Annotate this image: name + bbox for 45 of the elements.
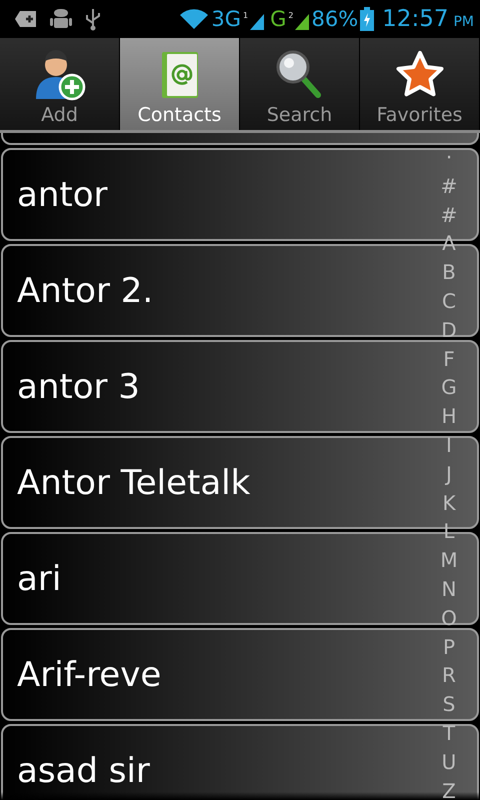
notification-icon [14,10,38,28]
contact-name[interactable]: Antor Teletalk [17,462,250,502]
contact-name[interactable]: antor [17,174,108,214]
index-letter[interactable]: P [442,632,456,662]
tab[interactable]: Add [0,38,120,130]
meridiem: PM [453,14,474,30]
battery-icon [360,7,374,31]
index-letter[interactable]: S [442,690,456,719]
tab[interactable]: Contacts [120,38,240,130]
network-type: 3G [211,7,242,31]
network-type: G [270,7,286,31]
robot-icon [50,7,72,31]
index-letter[interactable]: N [442,574,456,604]
index-letter[interactable]: A [442,229,456,258]
wifi-icon [179,8,210,30]
tab[interactable]: Search [240,38,360,130]
index-letter[interactable]: R [442,661,456,690]
clock: 12:57 [382,6,448,32]
index-letter[interactable]: # [440,200,458,230]
contact-name[interactable]: Arif-reve [17,654,162,694]
index-letter[interactable]: G [441,373,457,402]
index-letter[interactable]: U [442,748,456,777]
battery-percent: 86% [311,7,358,31]
index-letter[interactable]: T [442,718,456,748]
index-letter[interactable]: I [446,430,452,460]
tab[interactable]: Favorites [360,38,480,130]
usb-icon [84,7,102,31]
contact-name[interactable]: antor 3 [17,366,140,406]
index-letter[interactable]: C [442,286,456,316]
index-letter[interactable]: H [441,402,457,431]
index-letter[interactable]: K [442,488,456,518]
index-letter[interactable]: F [443,344,455,374]
index-letter[interactable]: J [446,460,452,489]
contact-name[interactable]: Antor 2. [17,270,154,310]
index-letter[interactable]: Z [442,776,456,800]
index-letter[interactable]: # [440,172,458,201]
sim-number: 1 [243,11,248,20]
contact-name[interactable]: ari [17,558,62,598]
index-letter[interactable]: B [442,258,456,287]
person-add-icon [34,48,86,102]
sim-number: 2 [288,11,294,20]
index-letter[interactable]: M [440,546,458,575]
contact-name[interactable]: asad sir [17,750,150,790]
index-letter[interactable]: · [446,143,452,172]
index-letter[interactable]: L [443,517,455,546]
